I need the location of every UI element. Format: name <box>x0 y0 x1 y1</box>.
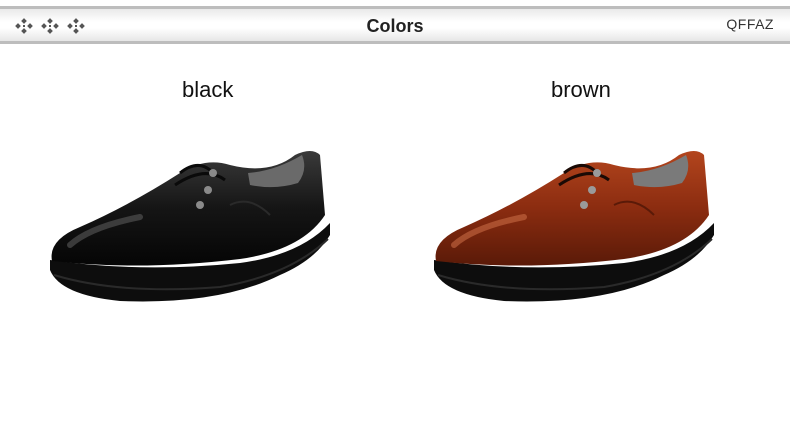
color-label-brown: brown <box>551 77 611 102</box>
color-label-black: black <box>182 77 234 102</box>
header-bar: Colors QFFAZ <box>0 6 790 44</box>
black-shoe-image <box>50 151 330 302</box>
brown-shoe-image <box>434 151 714 302</box>
brand-name: QFFAZ <box>726 16 774 32</box>
header-title: Colors <box>366 16 424 36</box>
